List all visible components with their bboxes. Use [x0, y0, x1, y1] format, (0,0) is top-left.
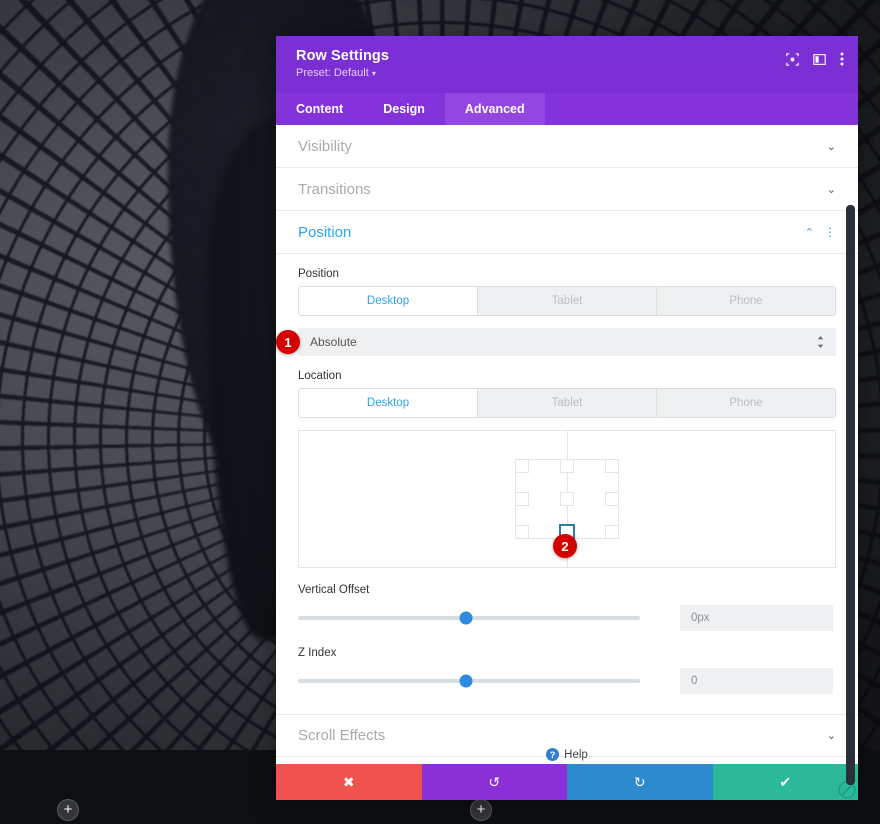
z-index-slider-knob[interactable]: [459, 674, 473, 688]
help-label: Help: [564, 748, 588, 761]
position-device-desktop[interactable]: Desktop: [299, 287, 478, 315]
tab-advanced[interactable]: Advanced: [444, 93, 545, 125]
location-grid: [515, 459, 619, 540]
position-section-content: Position Desktop Tablet Phone Absolute L…: [276, 254, 858, 714]
vertical-offset-input[interactable]: 0px: [680, 605, 833, 631]
location-cell-top-right[interactable]: [605, 459, 619, 473]
chevron-down-icon: ⌄: [826, 140, 836, 153]
z-index-field: Z Index 0: [298, 647, 836, 694]
save-button[interactable]: ✔: [712, 764, 858, 800]
vertical-offset-slider-knob[interactable]: [459, 611, 473, 625]
modal-tabs: Content Design Advanced: [276, 93, 858, 125]
tab-design[interactable]: Design: [363, 93, 445, 125]
location-cell-top-left[interactable]: [515, 459, 529, 473]
more-options-icon[interactable]: [840, 52, 844, 66]
location-cell-top-center[interactable]: [560, 459, 574, 473]
section-visibility-label: Visibility: [298, 137, 352, 155]
location-field-label: Location: [298, 370, 342, 382]
position-device-tabs: Desktop Tablet Phone: [298, 286, 836, 316]
cancel-button[interactable]: ✖: [276, 764, 422, 800]
section-options-icon[interactable]: ⋮: [824, 225, 836, 239]
section-position-label: Position: [298, 223, 352, 241]
z-index-slider[interactable]: [298, 674, 640, 688]
chevron-down-icon: ⌄: [826, 183, 836, 196]
tab-content[interactable]: Content: [276, 93, 363, 125]
redo-button[interactable]: ↻: [567, 764, 713, 800]
modal-preset[interactable]: Preset: Default ▾: [296, 67, 838, 79]
section-visibility[interactable]: Visibility ⌄: [276, 125, 858, 168]
position-type-value: Absolute: [310, 335, 357, 349]
chevron-down-icon: ▾: [371, 69, 376, 78]
modal-title: Row Settings: [296, 48, 390, 64]
section-transitions-label: Transitions: [298, 180, 371, 198]
row-settings-modal: Row Settings Preset: Default ▾ Content D…: [276, 36, 858, 800]
chevron-up-icon[interactable]: ⌃: [805, 226, 814, 239]
help-link[interactable]: ? Help: [276, 748, 858, 764]
location-cell-bottom-right[interactable]: [605, 525, 619, 539]
location-cell-center[interactable]: [560, 492, 574, 506]
annotation-badge-1: 1: [276, 330, 300, 354]
layout-panel-icon[interactable]: [813, 53, 826, 66]
location-cell-bottom-left[interactable]: [515, 525, 529, 539]
position-type-select[interactable]: Absolute: [298, 328, 836, 356]
position-device-tablet[interactable]: Tablet: [478, 287, 657, 315]
vertical-offset-field: Vertical Offset 0px: [298, 584, 836, 631]
location-device-desktop[interactable]: Desktop: [299, 389, 478, 417]
add-section-button[interactable]: +: [470, 799, 492, 821]
modal-body: Visibility ⌄ Transitions ⌄ Position ⌃ ⋮ …: [276, 125, 858, 764]
location-device-tabs: Desktop Tablet Phone: [298, 388, 836, 418]
modal-header: Row Settings Preset: Default ▾: [276, 36, 858, 93]
section-transitions[interactable]: Transitions ⌄: [276, 168, 858, 211]
vertical-offset-slider[interactable]: [298, 611, 640, 625]
chevron-down-icon: ⌄: [826, 730, 836, 742]
z-index-label: Z Index: [298, 647, 337, 659]
undo-button[interactable]: ↺: [421, 764, 567, 800]
modal-action-bar: ✖ ↺ ↻ ✔: [276, 764, 858, 800]
vertical-offset-label: Vertical Offset: [298, 584, 370, 596]
preset-label: Preset: Default: [296, 67, 369, 79]
help-icon: ?: [546, 748, 560, 761]
modal-scrollbar[interactable]: [846, 205, 855, 785]
annotation-badge-2: 2: [553, 534, 577, 558]
section-scroll-effects-label: Scroll Effects: [298, 727, 386, 744]
z-index-input[interactable]: 0: [680, 668, 833, 694]
fullscreen-icon[interactable]: [786, 52, 799, 66]
location-cell-middle-left[interactable]: [515, 492, 529, 506]
add-row-button-left[interactable]: +: [57, 799, 79, 821]
position-field-label: Position: [298, 268, 339, 280]
location-device-tablet[interactable]: Tablet: [478, 389, 657, 417]
select-spinner-icon: [817, 336, 824, 348]
location-cell-middle-right[interactable]: [605, 492, 619, 506]
modal-header-icons: [786, 52, 844, 66]
position-device-phone[interactable]: Phone: [657, 287, 835, 315]
section-position[interactable]: Position ⌃ ⋮: [276, 211, 858, 254]
location-device-phone[interactable]: Phone: [657, 389, 835, 417]
